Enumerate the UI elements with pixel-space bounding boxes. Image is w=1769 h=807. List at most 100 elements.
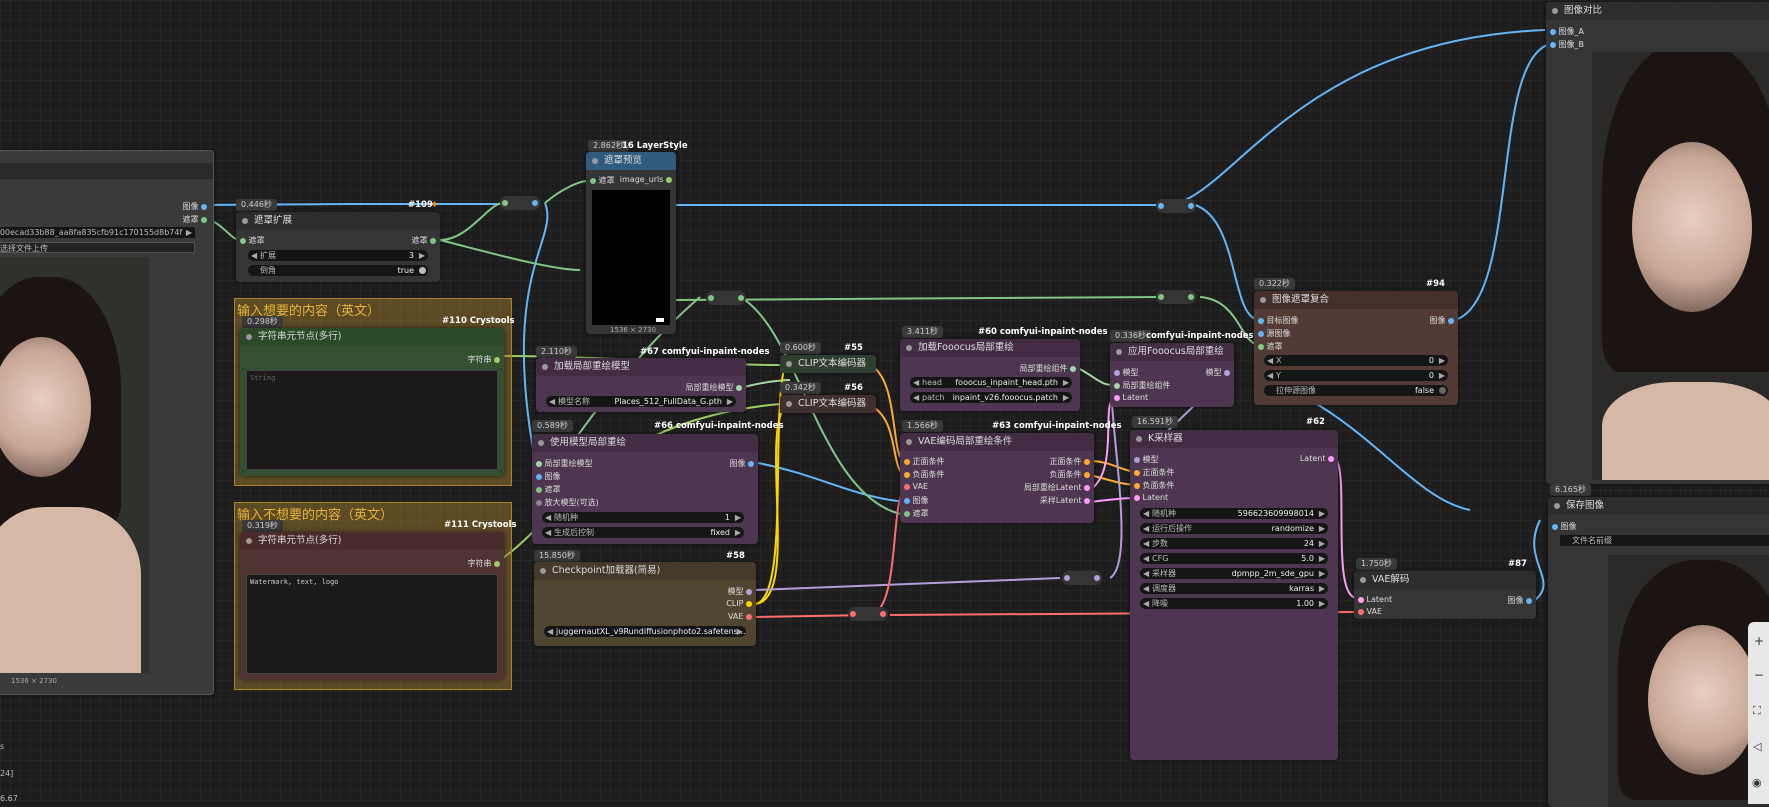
chevron-right-icon[interactable]: ▶ bbox=[1319, 583, 1325, 594]
head-select[interactable]: ◀ head fooocus_inpaint_head.pth ▶ bbox=[910, 377, 1072, 388]
reroute-node[interactable] bbox=[1062, 571, 1102, 585]
port-dot[interactable] bbox=[536, 486, 542, 493]
string-node-positive[interactable]: 字符串元节点(多行) 字符串 String bbox=[240, 328, 504, 476]
x-widget[interactable]: ◀ X 0 ▶ bbox=[1264, 355, 1448, 366]
port-dot[interactable] bbox=[494, 356, 500, 363]
fooocus-apply-node[interactable]: 应用Fooocus局部重绘 模型 局部重绘组件 Latent 模型 bbox=[1110, 343, 1234, 407]
chevron-left-icon[interactable]: ◀ bbox=[1143, 553, 1149, 564]
port-dot[interactable] bbox=[904, 510, 910, 517]
scheduler-select[interactable]: ◀ 调度器 karras ▶ bbox=[1140, 583, 1328, 594]
port-dot[interactable] bbox=[494, 560, 500, 567]
input-negative[interactable]: 负面条件 bbox=[1134, 480, 1175, 491]
port-dot[interactable] bbox=[1328, 455, 1334, 462]
filename-prefix-input[interactable]: 文件名前缀 bbox=[1560, 535, 1769, 546]
port-dot[interactable] bbox=[1084, 484, 1090, 491]
chevron-left-icon[interactable]: ◀ bbox=[913, 377, 919, 388]
chevron-left-icon[interactable]: ◀ bbox=[1143, 523, 1149, 534]
port-dot[interactable] bbox=[746, 613, 752, 620]
input-patch[interactable]: 局部重绘组件 bbox=[1114, 380, 1171, 391]
clip-encode-negative[interactable]: CLIP文本编码器 bbox=[780, 395, 876, 413]
chevron-right-icon[interactable]: ▶ bbox=[1319, 553, 1325, 564]
port-dot[interactable] bbox=[536, 473, 542, 480]
port-dot[interactable] bbox=[590, 177, 596, 184]
input-model[interactable]: 模型 bbox=[1114, 367, 1139, 378]
reroute-node[interactable] bbox=[1156, 290, 1196, 304]
input-mask[interactable]: 遮罩 bbox=[590, 175, 615, 186]
port-dot[interactable] bbox=[1134, 456, 1140, 463]
reroute-out[interactable] bbox=[738, 295, 744, 301]
reroute-out[interactable] bbox=[880, 611, 886, 617]
canvas-toolbar[interactable]: + − ⛶ ◁ ◉ bbox=[1748, 622, 1769, 804]
output-inpaint-model[interactable]: 局部重绘模型 bbox=[685, 382, 742, 393]
port-dot[interactable] bbox=[666, 176, 672, 183]
port-dot[interactable] bbox=[1084, 497, 1090, 504]
seed-widget[interactable]: ◀ 随机种 596623609998014 ▶ bbox=[1140, 508, 1328, 519]
input-latent[interactable]: Latent bbox=[1134, 493, 1168, 502]
port-dot[interactable] bbox=[904, 471, 910, 478]
output-negative[interactable]: 负面条件 bbox=[1049, 469, 1090, 480]
reroute-in[interactable] bbox=[1064, 575, 1070, 581]
chevron-right-icon[interactable]: ▶ bbox=[1439, 370, 1445, 381]
chevron-right-icon[interactable]: ▶ bbox=[735, 527, 741, 538]
output-vae[interactable]: VAE bbox=[728, 612, 752, 621]
port-dot[interactable] bbox=[240, 237, 246, 244]
load-image-node[interactable]: #6 图像 遮罩 f00ecad33b88_aa8fa835cfb91c1701… bbox=[0, 150, 214, 695]
port-dot[interactable] bbox=[1134, 494, 1140, 501]
output-image[interactable]: 图像 bbox=[182, 201, 207, 212]
input-destination[interactable]: 目标图像 bbox=[1258, 315, 1299, 326]
chevron-right-icon[interactable]: ▶ bbox=[1319, 598, 1325, 609]
input-image[interactable]: 图像 bbox=[1552, 521, 1577, 532]
reroute-in[interactable] bbox=[1158, 203, 1164, 209]
port-dot[interactable] bbox=[1134, 482, 1140, 489]
port-dot[interactable] bbox=[904, 497, 910, 504]
visibility-icon[interactable]: ◉ bbox=[1752, 776, 1762, 789]
cfg-widget[interactable]: ◀ CFG 5.0 ▶ bbox=[1140, 553, 1328, 564]
chevron-left-icon[interactable]: ◀ bbox=[545, 512, 551, 523]
reroute-node[interactable] bbox=[500, 196, 540, 210]
input-mask[interactable]: 遮罩 bbox=[536, 484, 561, 495]
port-dot[interactable] bbox=[1224, 369, 1230, 376]
output-inpaint-latent[interactable]: 局部重绘Latent bbox=[1024, 482, 1090, 493]
port-dot[interactable] bbox=[1550, 41, 1556, 48]
reroute-in[interactable] bbox=[502, 200, 508, 206]
control-after-generate[interactable]: ◀ 生成后控制 fixed ▶ bbox=[542, 527, 744, 538]
expand-widget[interactable]: ◀ 扩展 3 ▶ bbox=[248, 250, 428, 261]
chevron-left-icon[interactable]: ◀ bbox=[1143, 538, 1149, 549]
port-dot[interactable] bbox=[1358, 608, 1364, 615]
reroute-out[interactable] bbox=[1188, 203, 1194, 209]
reroute-in[interactable] bbox=[1158, 294, 1164, 300]
port-dot[interactable] bbox=[1550, 28, 1556, 35]
port-dot[interactable] bbox=[1358, 596, 1364, 603]
input-mask[interactable]: 遮罩 bbox=[240, 235, 265, 246]
image-composite-node[interactable]: 图像遮罩复合 目标图像 源图像 遮罩 图像 ◀ X 0 ▶ ◀ Y 0 ▶ 拉伸源图像 fal… bbox=[1254, 291, 1458, 405]
port-dot[interactable] bbox=[1258, 343, 1264, 350]
port-dot[interactable] bbox=[1114, 394, 1120, 401]
chevron-right-icon[interactable]: ▶ bbox=[186, 227, 192, 238]
positive-text[interactable]: String bbox=[246, 370, 498, 470]
port-dot[interactable] bbox=[1084, 458, 1090, 465]
output-string[interactable]: 字符串 bbox=[467, 354, 500, 365]
reroute-out[interactable] bbox=[1094, 575, 1100, 581]
port-dot[interactable] bbox=[1114, 382, 1120, 389]
output-mask[interactable]: 遮罩 bbox=[411, 235, 436, 246]
image-compare-node[interactable]: 图像对比 图像_A 图像_B bbox=[1546, 2, 1769, 484]
port-dot[interactable] bbox=[736, 384, 742, 391]
input-image-b[interactable]: 图像_B bbox=[1550, 39, 1584, 50]
output-image[interactable]: 图像 bbox=[729, 458, 754, 469]
input-vae[interactable]: VAE bbox=[1358, 607, 1382, 616]
vae-decode-node[interactable]: VAE解码 Latent VAE 图像 bbox=[1354, 571, 1536, 619]
steps-widget[interactable]: ◀ 步数 24 ▶ bbox=[1140, 538, 1328, 549]
taper-toggle[interactable]: 倒角 true bbox=[248, 265, 428, 276]
input-image[interactable]: 图像 bbox=[536, 471, 561, 482]
chevron-left-icon[interactable]: ◀ bbox=[1143, 568, 1149, 579]
output-clip[interactable]: CLIP bbox=[726, 599, 752, 608]
output-inpaint-patch[interactable]: 局部重绘组件 bbox=[1019, 363, 1076, 374]
reroute-node[interactable] bbox=[848, 607, 888, 621]
chevron-left-icon[interactable]: ◀ bbox=[547, 626, 553, 637]
output-positive[interactable]: 正面条件 bbox=[1049, 456, 1090, 467]
port-dot[interactable] bbox=[536, 499, 542, 506]
reroute-in[interactable] bbox=[850, 611, 856, 617]
chevron-right-icon[interactable]: ▶ bbox=[727, 396, 733, 407]
resize-toggle[interactable]: 拉伸源图像 false bbox=[1264, 385, 1448, 396]
port-dot[interactable] bbox=[904, 458, 910, 465]
